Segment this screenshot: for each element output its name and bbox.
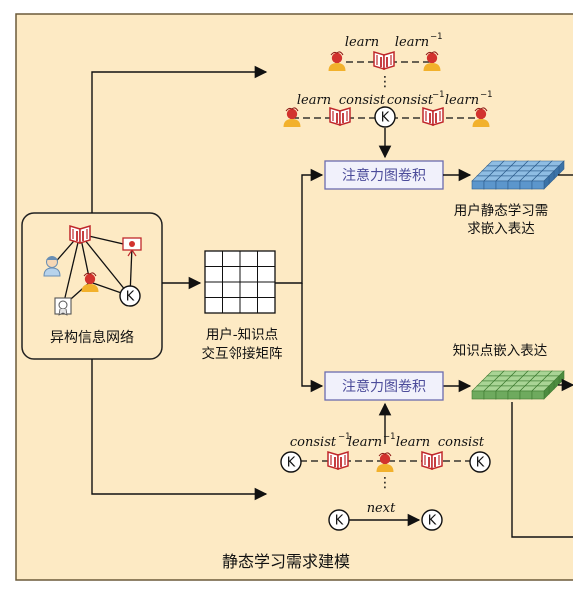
top-path1-sup2: −1 xyxy=(430,32,443,42)
bottom-ellipsis: ⋮ xyxy=(378,475,392,491)
top-path2-rel4: learn xyxy=(445,93,479,108)
top-path1-rel1: learn xyxy=(345,35,379,50)
bottom-path1-rel1: consist xyxy=(290,435,337,450)
top-path2-sup4: −1 xyxy=(480,90,493,100)
user-embed-label-line1: 用户静态学习需 xyxy=(454,202,549,219)
top-gcn-label: 注意力图卷积 xyxy=(342,167,426,184)
bottom-path1-rel2: learn xyxy=(348,435,382,450)
diagram-canvas: K xyxy=(15,13,573,581)
top-ellipsis: ⋮ xyxy=(378,74,392,90)
certificate-icon xyxy=(54,297,72,316)
top-path2-rel3: consist xyxy=(387,93,434,108)
bottom-path1-sup2: −1 xyxy=(383,432,396,442)
bottom-path2-rel: next xyxy=(367,501,396,516)
bottom-gcn-label: 注意力图卷积 xyxy=(342,378,426,395)
top-path2-rel1: learn xyxy=(297,93,331,108)
matrix-label-line1: 用户-知识点 xyxy=(206,326,278,343)
top-path2-rel2: consist xyxy=(339,93,386,108)
top-path2-sup3: −1 xyxy=(432,90,445,100)
bottom-path1-rel3: learn xyxy=(396,435,430,450)
diagram-stage: K xyxy=(0,0,573,592)
user-embed-label-line2: 求嵌入表达 xyxy=(467,221,535,237)
kp-embed-label: 知识点嵌入表达 xyxy=(453,342,548,359)
book-icon xyxy=(69,225,91,244)
top-path1-rel2: learn xyxy=(395,35,429,50)
hetero-network-label: 异构信息网络 xyxy=(50,329,134,346)
bottom-path1-rel4: consist xyxy=(438,435,485,450)
matrix-label-line2: 交互邻接矩阵 xyxy=(202,345,283,362)
adjacency-matrix xyxy=(204,250,276,314)
knowledge-node-icon xyxy=(119,285,141,307)
panel-caption: 静态学习需求建模 xyxy=(222,552,350,571)
